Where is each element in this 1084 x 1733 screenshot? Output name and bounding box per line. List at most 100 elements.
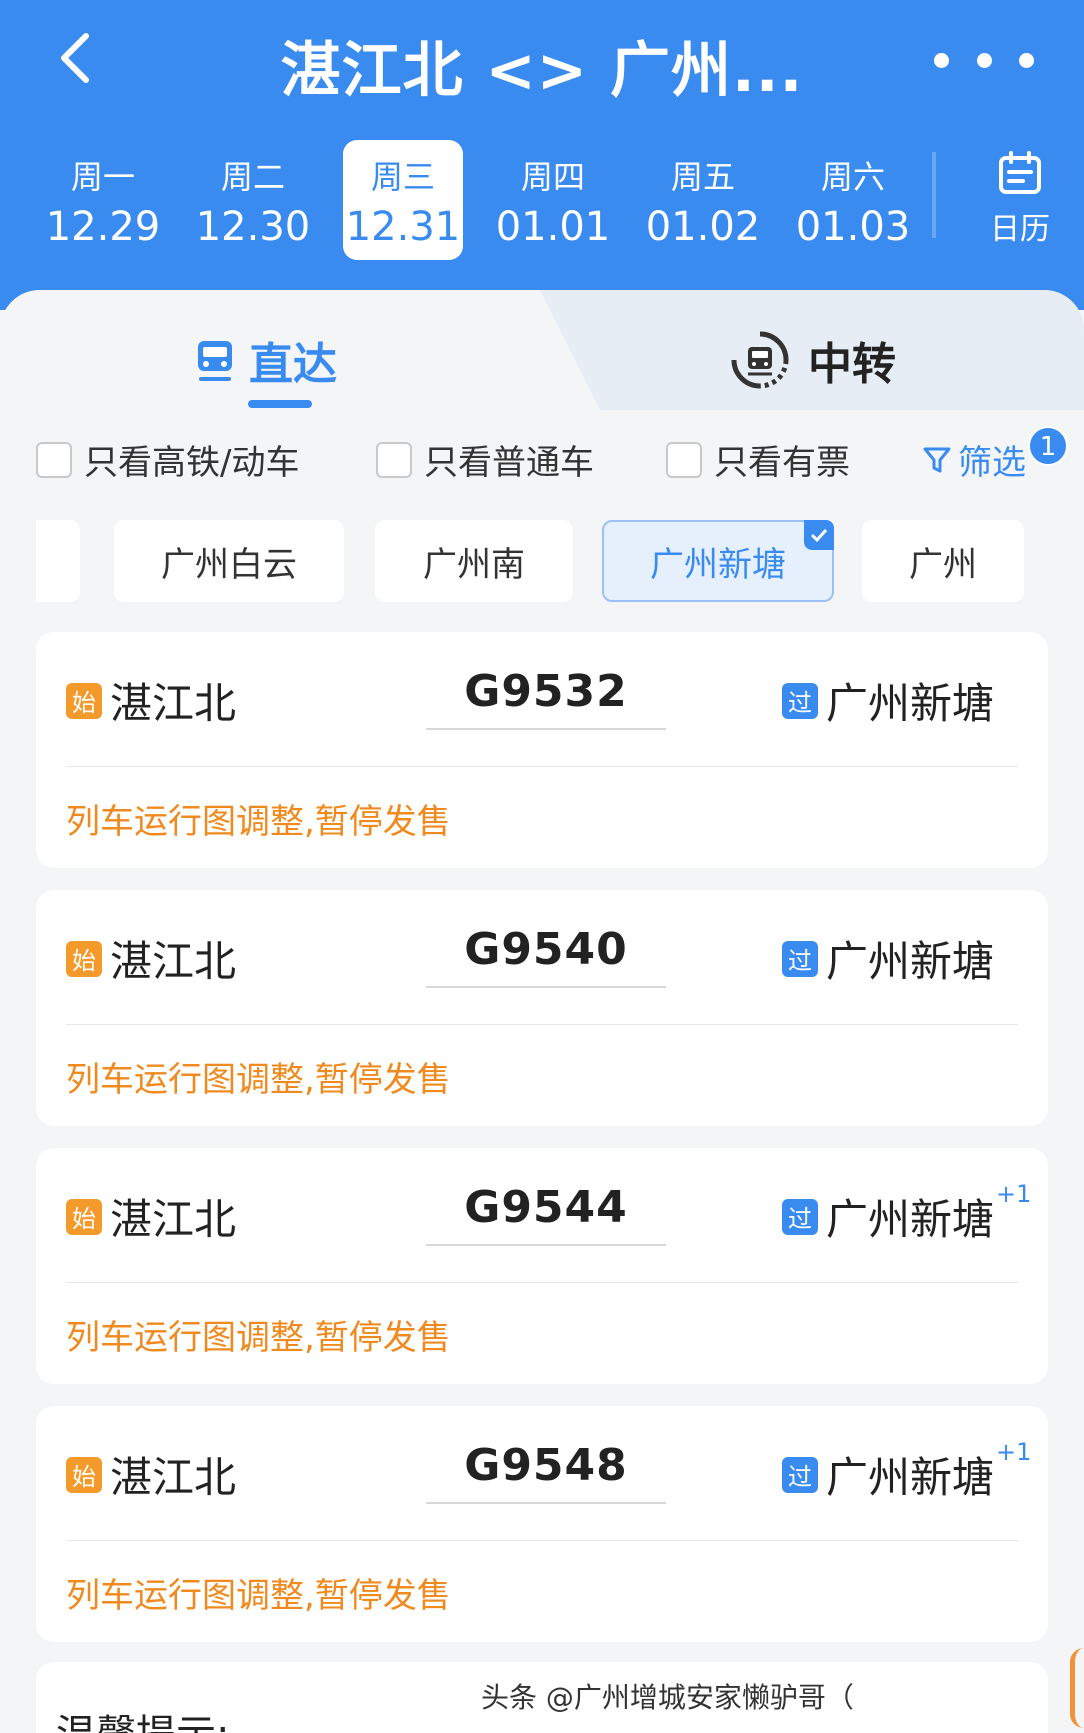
origin: 始 湛江北 xyxy=(66,1444,236,1505)
train-number: G9548 xyxy=(464,1440,628,1491)
station-chip-label: 广州白云 xyxy=(161,544,297,585)
calendar-icon xyxy=(999,151,1041,194)
date-weekday: 周四 xyxy=(520,158,585,196)
filter-normal-label: 只看普通车 xyxy=(424,443,594,483)
calendar-label: 日历 xyxy=(990,212,1050,247)
train-icon xyxy=(198,341,232,381)
station-chip[interactable]: 广州南 xyxy=(375,520,573,602)
tab-active-indicator xyxy=(248,400,312,408)
checkbox[interactable] xyxy=(666,441,702,478)
train-card[interactable]: 始 湛江北 G9532 过 广州新塘 列车运行图调整,暂停发售 xyxy=(36,632,1048,868)
funnel-icon xyxy=(923,447,951,472)
origin-station: 湛江北 xyxy=(110,1195,237,1244)
start-tag: 始 xyxy=(66,682,102,719)
date-selector: 周一 12.29 周二 12.30 周三 12.31 周四 01.01 周五 0… xyxy=(28,140,940,260)
date-item[interactable]: 周五 01.02 xyxy=(628,140,778,260)
date-value: 12.30 xyxy=(195,204,311,250)
station-chip[interactable]: 广州白云 xyxy=(114,520,344,602)
station-chip-partial[interactable] xyxy=(36,520,80,602)
divider xyxy=(66,1540,1018,1541)
checkbox[interactable] xyxy=(36,441,72,478)
destination: 过 广州新塘 +1 xyxy=(782,1438,1031,1505)
station-chip-label: 广州 xyxy=(909,544,977,585)
checkbox[interactable] xyxy=(376,441,412,478)
destination-station: 广州新塘 xyxy=(826,1453,995,1502)
filter-available-label: 只看有票 xyxy=(714,443,850,483)
more-dot xyxy=(976,52,992,68)
date-item[interactable]: 周一 12.29 xyxy=(28,140,178,260)
filter-normal-train[interactable]: 只看普通车 xyxy=(376,435,594,484)
tab-transfer[interactable]: 中转 xyxy=(730,328,896,392)
date-value: 12.29 xyxy=(45,204,161,250)
train-card[interactable]: 始 湛江北 G9544 过 广州新塘 +1 列车运行图调整,暂停发售 xyxy=(36,1148,1048,1384)
tab-direct-label: 直达 xyxy=(249,339,337,390)
date-item[interactable]: 周二 12.30 xyxy=(178,140,328,260)
filter-high-speed-label: 只看高铁/动车 xyxy=(84,443,300,483)
train-number: G9532 xyxy=(464,666,628,717)
more-dots-icon xyxy=(934,52,949,68)
destination-station: 广州新塘 xyxy=(826,937,995,986)
tab-direct[interactable]: 直达 xyxy=(195,330,337,390)
train-line xyxy=(426,1244,666,1246)
origin-station: 湛江北 xyxy=(110,1453,237,1502)
start-tag: 始 xyxy=(66,1198,102,1235)
train-number: G9544 xyxy=(464,1182,628,1233)
station-chip-selected[interactable]: 广州新塘 xyxy=(602,520,834,602)
filter-button-label: 筛选 xyxy=(958,443,1026,483)
start-tag: 始 xyxy=(66,1456,102,1493)
sale-status: 列车运行图调整,暂停发售 xyxy=(66,802,451,842)
divider xyxy=(66,1024,1018,1025)
destination-station: 广州新塘 xyxy=(826,1195,995,1244)
more-button[interactable] xyxy=(934,42,1034,78)
sale-status: 列车运行图调整,暂停发售 xyxy=(66,1576,451,1616)
date-value: 01.01 xyxy=(495,204,611,250)
date-weekday: 周二 xyxy=(220,158,285,196)
page-title: 湛江北 <> 广州... xyxy=(280,36,804,106)
destination: 过 广州新塘 xyxy=(782,928,996,989)
train-card[interactable]: 始 湛江北 G9540 过 广州新塘 列车运行图调整,暂停发售 xyxy=(36,890,1048,1126)
train-number: G9540 xyxy=(464,924,628,975)
sale-status: 列车运行图调整,暂停发售 xyxy=(66,1060,451,1100)
filter-button[interactable]: 筛选 xyxy=(922,435,1026,484)
date-divider xyxy=(932,152,936,238)
station-chip[interactable]: 广州 xyxy=(862,520,1024,602)
date-item-selected[interactable]: 周三 12.31 xyxy=(343,140,463,260)
destination-station: 广州新塘 xyxy=(826,679,995,728)
station-chip-label: 广州新塘 xyxy=(650,544,786,585)
station-chip-label: 广州南 xyxy=(423,544,525,585)
origin-station: 湛江北 xyxy=(110,937,237,986)
date-weekday: 周一 xyxy=(70,158,135,196)
train-line xyxy=(426,728,666,730)
filter-high-speed[interactable]: 只看高铁/动车 xyxy=(36,435,299,484)
train-line xyxy=(426,1502,666,1504)
filter-row: 只看高铁/动车 只看普通车 只看有票 筛选 xyxy=(36,435,1066,485)
sale-status: 列车运行图调整,暂停发售 xyxy=(66,1318,451,1358)
destination: 过 广州新塘 xyxy=(782,670,996,731)
tips-title: 温馨提示: xyxy=(56,1702,229,1733)
date-item[interactable]: 周四 01.01 xyxy=(478,140,628,260)
divider xyxy=(66,766,1018,767)
pass-tag: 过 xyxy=(782,1198,818,1235)
origin: 始 湛江北 xyxy=(66,928,236,989)
origin: 始 湛江北 xyxy=(66,1186,236,1247)
date-value: 12.31 xyxy=(345,204,461,250)
next-day-mark: +1 xyxy=(996,1180,1032,1208)
pass-tag: 过 xyxy=(782,1456,818,1493)
date-weekday: 周六 xyxy=(820,158,885,196)
filter-available[interactable]: 只看有票 xyxy=(666,435,850,484)
pass-tag: 过 xyxy=(782,940,818,977)
station-chips: 广州白云 广州南 广州新塘 广州 xyxy=(36,520,1048,602)
scroll-indicator xyxy=(1070,1648,1084,1728)
date-weekday: 周五 xyxy=(670,158,735,196)
train-card[interactable]: 始 湛江北 G9548 过 广州新塘 +1 列车运行图调整,暂停发售 xyxy=(36,1406,1048,1642)
date-item[interactable]: 周六 01.03 xyxy=(778,140,928,260)
destination: 过 广州新塘 +1 xyxy=(782,1180,1031,1247)
start-tag: 始 xyxy=(66,940,102,977)
train-line xyxy=(426,986,666,988)
more-dot xyxy=(1019,52,1034,68)
date-weekday: 周三 xyxy=(370,158,435,196)
calendar-button[interactable]: 日历 xyxy=(975,150,1065,250)
divider xyxy=(66,1282,1018,1283)
origin-station: 湛江北 xyxy=(110,679,237,728)
origin: 始 湛江北 xyxy=(66,670,236,731)
